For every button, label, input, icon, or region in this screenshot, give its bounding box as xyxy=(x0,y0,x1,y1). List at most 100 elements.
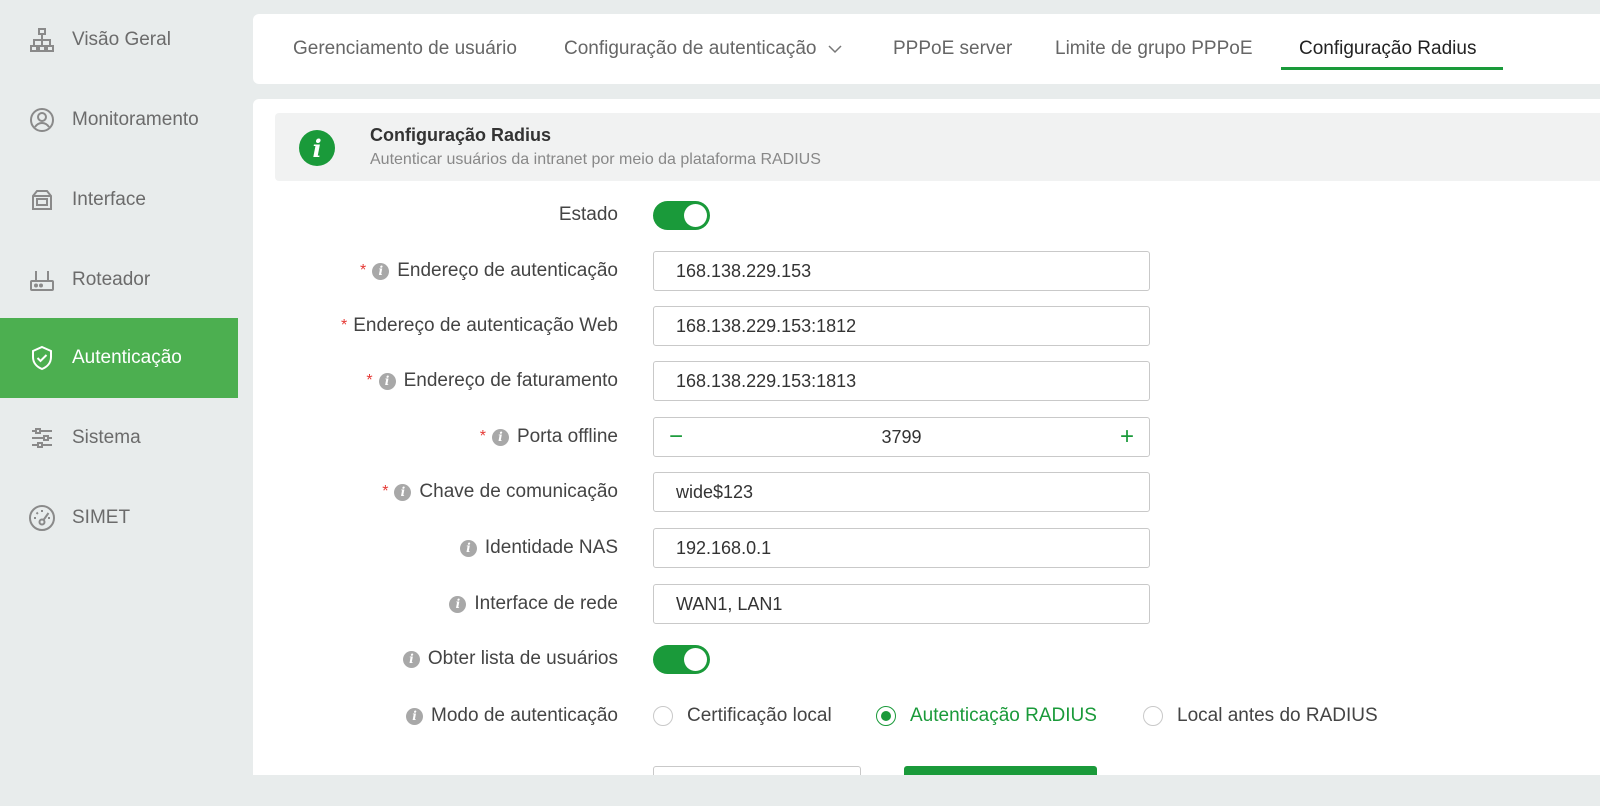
info-icon[interactable]: i xyxy=(394,483,412,501)
radio-autenticacao-radius[interactable]: Autenticação RADIUS xyxy=(876,694,1097,738)
estado-toggle[interactable] xyxy=(653,201,710,230)
offline-port-label: * i Porta offline xyxy=(480,415,618,459)
info-icon[interactable]: i xyxy=(449,595,467,613)
tab-limite-grupo-pppoe[interactable]: Limite de grupo PPPoE xyxy=(1055,14,1253,84)
radio-certificacao-local[interactable]: Certificação local xyxy=(653,694,832,738)
sidebar-item-simet[interactable]: SIMET xyxy=(0,478,238,558)
required-mark: * xyxy=(359,262,367,279)
row-get-user-list: i Obter lista de usuários xyxy=(253,637,1600,681)
comm-key-input[interactable] xyxy=(653,472,1150,512)
get-user-list-label: i Obter lista de usuários xyxy=(402,637,618,681)
row-auth-mode: i Modo de autenticação Certificação loca… xyxy=(253,694,1600,738)
row-network-interface: i Interface de rede xyxy=(253,582,1600,626)
shield-check-icon xyxy=(28,344,56,372)
radio-dot xyxy=(876,706,896,726)
user-circle-icon xyxy=(28,106,56,134)
nas-identity-label: i Identidade NAS xyxy=(459,526,618,570)
label-text: Porta offline xyxy=(516,426,618,447)
web-auth-address-label: * Endereço de autenticação Web xyxy=(341,304,618,348)
radio-dot xyxy=(1143,706,1163,726)
sidebar-item-label: Sistema xyxy=(72,427,141,448)
label-text: Endereço de autenticação xyxy=(397,260,618,281)
toggle-knob xyxy=(684,204,707,227)
info-icon[interactable]: i xyxy=(372,262,390,280)
auth-mode-label: i Modo de autenticação xyxy=(406,694,618,738)
tab-label: PPPoE server xyxy=(893,38,1013,59)
tab-configuracao-autenticacao[interactable]: Configuração de autenticação xyxy=(564,14,842,84)
sidebar-item-label: Roteador xyxy=(72,269,151,290)
info-banner: i Configuração Radius Autenticar usuário… xyxy=(275,113,1600,181)
increment-button[interactable]: + xyxy=(1105,418,1149,456)
tab-bar: Gerenciamento de usuário Configuração de… xyxy=(253,14,1600,84)
label-text: Estado xyxy=(558,204,618,225)
tab-pppoe-server[interactable]: PPPoE server xyxy=(893,14,1012,84)
web-auth-address-input[interactable] xyxy=(653,306,1150,346)
info-icon[interactable]: i xyxy=(402,650,420,668)
radio-label: Certificação local xyxy=(687,705,832,726)
banner-title: Configuração Radius xyxy=(370,125,552,145)
sidebar-item-monitoramento[interactable]: Monitoramento xyxy=(0,80,238,160)
radio-label: Local antes do RADIUS xyxy=(1177,705,1378,726)
required-mark: * xyxy=(479,428,486,445)
info-icon[interactable]: i xyxy=(459,539,477,557)
comm-key-label: * i Chave de comunicação xyxy=(382,470,618,514)
banner-subtitle: Autenticar usuários da intranet por meio… xyxy=(370,151,821,168)
offline-port-stepper: − 3799 + xyxy=(653,417,1150,457)
cancel-button[interactable] xyxy=(653,766,861,775)
get-user-list-toggle[interactable] xyxy=(653,645,710,674)
row-offline-port: * i Porta offline − 3799 + xyxy=(253,415,1600,459)
estado-label: Estado xyxy=(559,193,618,237)
offline-port-value[interactable]: 3799 xyxy=(714,418,1089,456)
info-icon: i xyxy=(299,130,335,166)
radio-local-antes-radius[interactable]: Local antes do RADIUS xyxy=(1143,694,1378,738)
sidebar-item-label: Autenticação xyxy=(72,347,182,368)
tab-gerenciamento-usuario[interactable]: Gerenciamento de usuário xyxy=(293,14,517,84)
label-text: Chave de comunicação xyxy=(419,481,618,502)
info-icon[interactable]: i xyxy=(406,707,424,725)
nas-identity-input[interactable] xyxy=(653,528,1150,568)
required-mark: * xyxy=(382,483,389,500)
auth-address-label: * i Endereço de autenticação xyxy=(360,249,618,293)
row-web-auth-address: * Endereço de autenticação Web xyxy=(253,304,1600,348)
sidebar-item-sistema[interactable]: Sistema xyxy=(0,398,238,478)
sidebar-item-visao-geral[interactable]: Visão Geral xyxy=(0,0,238,80)
sidebar-item-roteador[interactable]: Roteador xyxy=(0,240,238,320)
required-mark: * xyxy=(366,372,373,389)
label-text: Endereço de faturamento xyxy=(403,370,618,391)
label-text: Identidade NAS xyxy=(484,537,618,558)
row-comm-key: * i Chave de comunicação xyxy=(253,470,1600,514)
row-nas-identity: i Identidade NAS xyxy=(253,526,1600,570)
sidebar-item-interface[interactable]: Interface xyxy=(0,160,238,240)
decrement-button[interactable]: − xyxy=(654,418,698,456)
required-mark: * xyxy=(340,317,348,334)
toggle-knob xyxy=(684,648,707,671)
network-interface-select[interactable] xyxy=(653,584,1150,624)
tab-configuracao-radius[interactable]: Configuração Radius xyxy=(1299,14,1476,84)
tab-label: Limite de grupo PPPoE xyxy=(1055,38,1253,59)
auth-address-input[interactable] xyxy=(653,251,1150,291)
label-text: Obter lista de usuários xyxy=(427,648,618,669)
sidebar: Visão Geral Monitoramento Interface Rote… xyxy=(0,0,238,806)
sidebar-item-label: SIMET xyxy=(72,507,131,528)
radio-label: Autenticação RADIUS xyxy=(910,705,1097,726)
sidebar-item-label: Visão Geral xyxy=(72,29,171,50)
main-card: i Configuração Radius Autenticar usuário… xyxy=(253,99,1600,775)
sidebar-item-label: Monitoramento xyxy=(72,109,199,130)
sitemap-icon xyxy=(28,26,56,54)
sidebar-item-autenticacao[interactable]: Autenticação xyxy=(0,318,238,398)
billing-address-input[interactable] xyxy=(653,361,1150,401)
info-icon[interactable]: i xyxy=(491,428,509,446)
chevron-down-icon xyxy=(828,38,842,60)
sliders-icon xyxy=(28,424,56,452)
info-icon[interactable]: i xyxy=(378,372,396,390)
sidebar-item-label: Interface xyxy=(72,189,146,210)
save-button[interactable] xyxy=(904,766,1097,775)
network-interface-label: i Interface de rede xyxy=(449,582,618,626)
label-text: Endereço de autenticação Web xyxy=(353,315,618,336)
auth-mode-radio-group: Certificação local Autenticação RADIUS L… xyxy=(653,694,1553,738)
active-tab-indicator xyxy=(1281,67,1503,70)
row-estado: Estado xyxy=(253,193,1600,237)
row-billing-address: * i Endereço de faturamento xyxy=(253,359,1600,403)
gauge-icon xyxy=(28,504,56,532)
label-text: Modo de autenticação xyxy=(431,705,618,726)
